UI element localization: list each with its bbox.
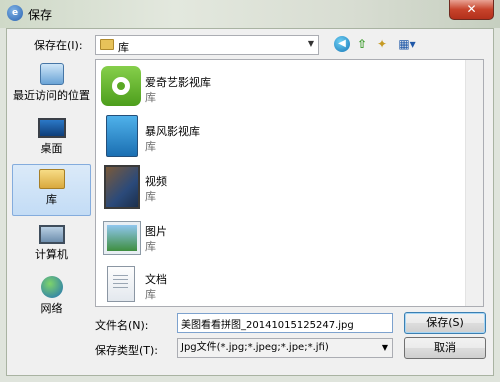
up-folder-icon[interactable]: ⇧ <box>354 36 370 52</box>
item-name: 文档 <box>145 273 167 286</box>
pictures-library-icon <box>103 221 141 255</box>
place-label: 网络 <box>40 302 63 315</box>
close-button[interactable]: ✕ <box>449 0 494 20</box>
list-item[interactable]: 爱奇艺影视库 库 <box>96 66 396 112</box>
list-item[interactable]: 文档 库 <box>96 263 396 306</box>
item-type: 库 <box>145 240 156 253</box>
item-name: 图片 <box>145 225 167 238</box>
chevron-down-icon: ▼ <box>307 39 314 48</box>
computer-icon <box>38 225 65 244</box>
place-label: 库 <box>46 193 57 206</box>
cancel-button[interactable]: 取消 <box>404 337 486 359</box>
place-label: 计算机 <box>35 248 68 261</box>
item-type: 库 <box>145 140 156 153</box>
vertical-scrollbar[interactable] <box>465 60 483 306</box>
documents-library-icon <box>107 266 135 302</box>
place-desktop[interactable]: 桌面 <box>12 112 91 164</box>
title-bar: e 保存 ✕ <box>0 0 500 28</box>
videos-library-icon <box>104 165 140 209</box>
item-name: 视频 <box>145 175 167 188</box>
filename-label: 文件名(N): <box>95 319 149 332</box>
place-network[interactable]: 网络 <box>12 272 91 324</box>
app-icon: e <box>7 5 23 21</box>
place-computer[interactable]: 计算机 <box>12 219 91 271</box>
place-libraries[interactable]: 库 <box>12 164 91 216</box>
location-value: 库 <box>118 41 129 54</box>
file-list[interactable]: 爱奇艺影视库 库 暴风影视库 库 视频 库 图片 库 文档 库 <box>95 59 484 307</box>
desktop-icon <box>37 118 66 138</box>
recent-places-icon <box>39 63 64 85</box>
filetype-label: 保存类型(T): <box>95 344 159 357</box>
places-bar: 最近访问的位置 桌面 库 计算机 网络 <box>12 59 91 337</box>
list-item[interactable]: 图片 库 <box>96 215 396 261</box>
back-icon[interactable]: ◀ <box>334 36 350 52</box>
save-in-label: 保存在(I): <box>34 39 83 52</box>
list-item[interactable]: 暴风影视库 库 <box>96 115 396 161</box>
view-menu-icon[interactable]: ▦▾ <box>396 36 418 52</box>
location-dropdown[interactable]: 库 ▼ <box>95 35 319 55</box>
filetype-value: Jpg文件(*.jpg;*.jpeg;*.jpe;*.jfi) <box>181 342 329 353</box>
network-icon <box>40 276 63 298</box>
item-type: 库 <box>145 190 156 203</box>
item-type: 库 <box>145 288 156 301</box>
libraries-icon <box>38 169 65 189</box>
window-title: 保存 <box>28 8 53 22</box>
baofeng-library-icon <box>106 115 138 157</box>
save-button[interactable]: 保存(S) <box>404 312 486 334</box>
new-folder-icon[interactable]: ✦ <box>374 36 390 52</box>
iqiyi-library-icon <box>101 66 141 106</box>
place-recent[interactable]: 最近访问的位置 <box>12 59 91 111</box>
item-name: 爱奇艺影视库 <box>145 76 211 89</box>
item-type: 库 <box>145 91 156 104</box>
item-name: 暴风影视库 <box>145 125 200 138</box>
place-label: 最近访问的位置 <box>13 89 90 102</box>
chevron-down-icon: ▼ <box>381 343 388 352</box>
library-folder-icon <box>100 39 114 50</box>
filetype-dropdown[interactable]: Jpg文件(*.jpg;*.jpeg;*.jpe;*.jfi) ▼ <box>177 338 393 358</box>
filename-input[interactable] <box>177 313 393 333</box>
list-item[interactable]: 视频 库 <box>96 165 396 211</box>
place-label: 桌面 <box>40 142 63 155</box>
